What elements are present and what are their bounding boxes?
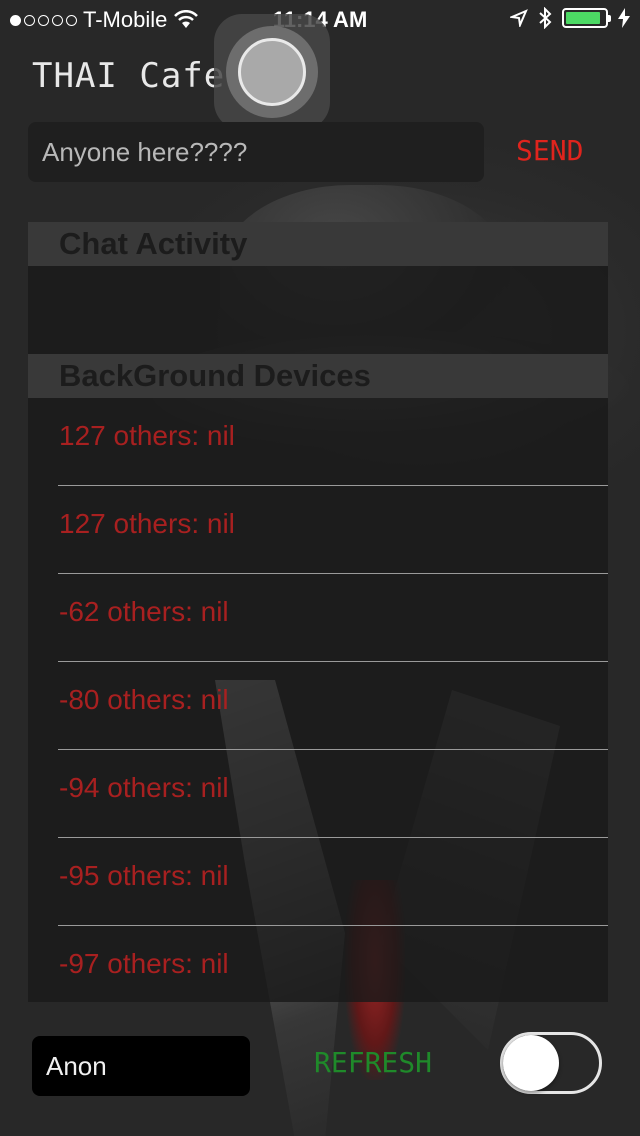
list-item[interactable]: 127 others: nil (58, 486, 608, 574)
name-field[interactable] (32, 1036, 250, 1096)
activity-panel[interactable]: Chat Activity BackGround Devices 127 oth… (28, 222, 608, 1002)
assistive-touch-button[interactable] (214, 14, 330, 130)
send-button[interactable]: SEND (516, 134, 583, 167)
device-label: -62 others: nil (59, 596, 229, 627)
list-item[interactable]: -80 others: nil (58, 662, 608, 750)
device-label: -94 others: nil (59, 772, 229, 803)
list-item[interactable]: -62 others: nil (58, 574, 608, 662)
chat-activity-title: Chat Activity (59, 226, 248, 261)
list-item[interactable]: -95 others: nil (58, 838, 608, 926)
bluetooth-icon (539, 7, 552, 29)
visibility-toggle[interactable] (500, 1032, 602, 1094)
device-label: 127 others: nil (59, 420, 235, 451)
list-item[interactable]: 127 others: nil (58, 398, 608, 486)
location-arrow-icon (510, 9, 528, 27)
assistive-touch-core (238, 38, 306, 106)
device-label: 127 others: nil (59, 508, 235, 539)
device-label: -95 others: nil (59, 860, 229, 891)
toggle-knob (503, 1035, 559, 1091)
device-label: -80 others: nil (59, 684, 229, 715)
charging-bolt-icon (618, 8, 630, 28)
list-item[interactable]: -94 others: nil (58, 750, 608, 838)
background-devices-title: BackGround Devices (59, 358, 371, 393)
chat-activity-header: Chat Activity (28, 222, 608, 266)
battery-icon (562, 8, 611, 28)
background-devices-header: BackGround Devices (28, 354, 608, 398)
message-input[interactable] (28, 122, 484, 182)
refresh-button[interactable]: REFRESH (314, 1046, 432, 1079)
page-title: THAI Cafe (32, 56, 226, 96)
device-label: -97 others: nil (59, 948, 229, 979)
list-item[interactable]: -97 others: nil (58, 926, 608, 1014)
